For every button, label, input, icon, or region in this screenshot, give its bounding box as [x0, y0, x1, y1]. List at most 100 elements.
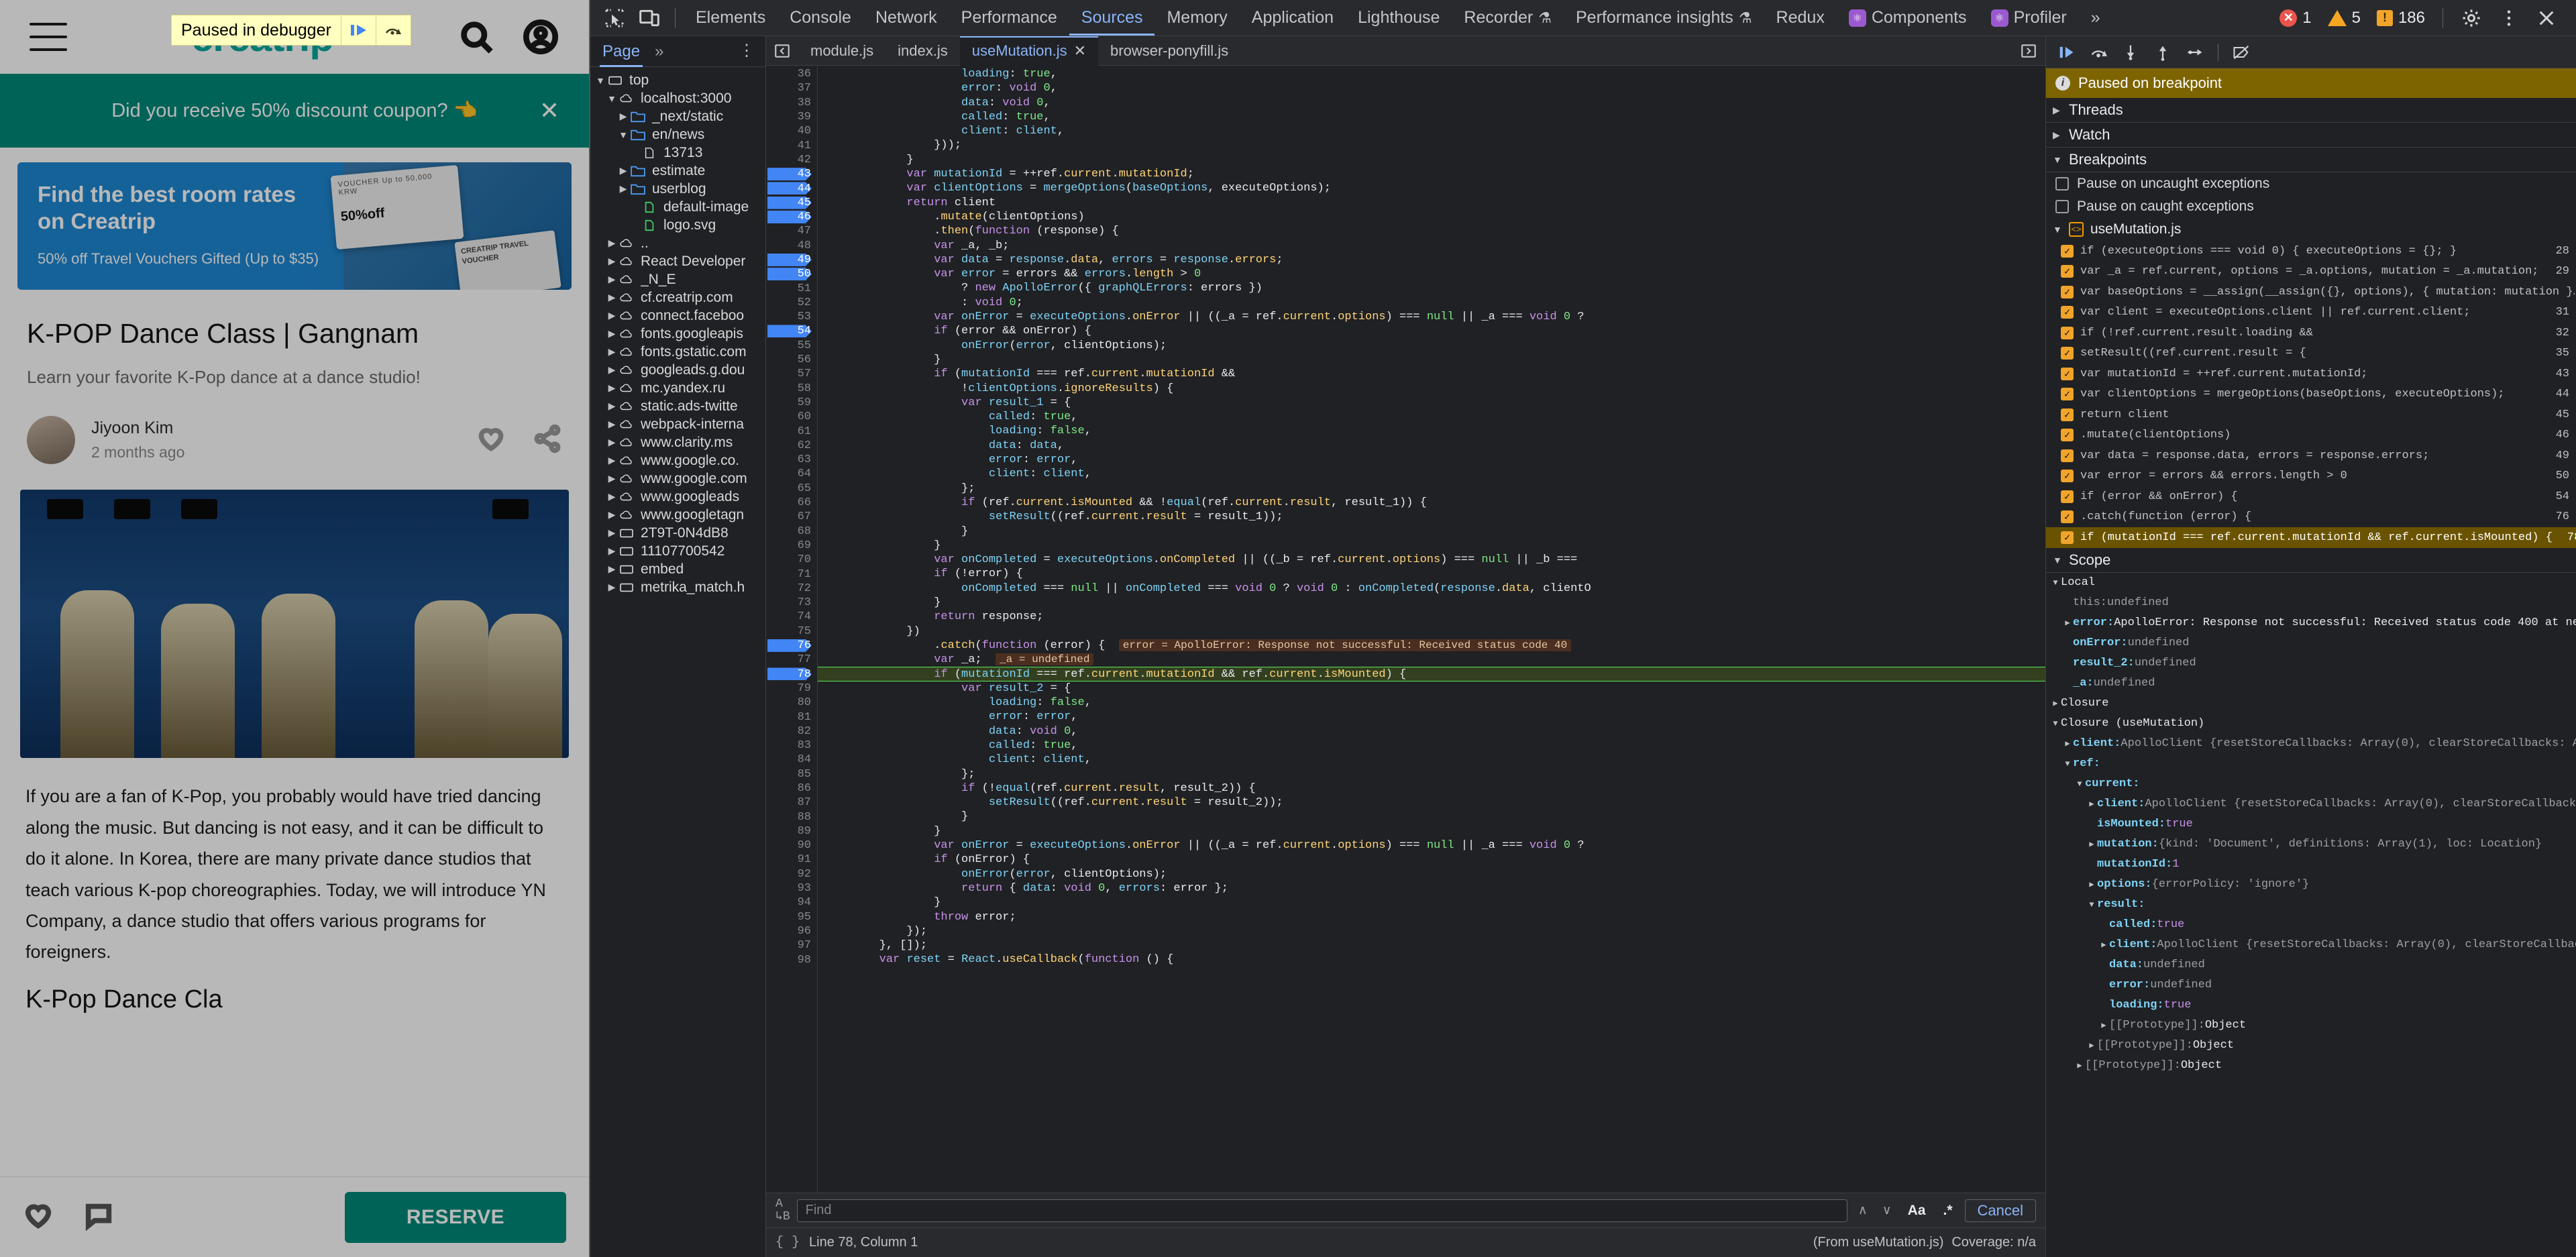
file-tree-item[interactable]: ▶www.google.co. [590, 451, 765, 470]
line-number[interactable]: 36 [766, 67, 817, 81]
code-line[interactable]: } [818, 539, 2045, 553]
file-tree-item[interactable]: ▶userblog [590, 180, 765, 198]
tab-recorder[interactable]: Recorder⚗ [1452, 1, 1564, 36]
tab-console[interactable]: Console [777, 1, 863, 36]
section-scope[interactable]: ▼ Scope [2046, 548, 2576, 572]
tab-page[interactable]: Page [600, 36, 643, 67]
line-number[interactable]: 53 [766, 310, 817, 324]
close-icon[interactable] [2529, 5, 2564, 32]
line-number[interactable]: 86 [766, 781, 817, 796]
line-number[interactable]: 57 [766, 367, 817, 381]
breakpoint-checkbox[interactable]: ✓ [2061, 265, 2074, 278]
editor-tab-useMutation-js[interactable]: useMutation.js✕ [960, 36, 1098, 66]
pause-on-caught-exceptions-row[interactable]: Pause on caught exceptions [2046, 195, 2576, 218]
breakpoint-item[interactable]: ✓if (executeOptions === void 0) { execut… [2046, 241, 2576, 262]
line-number[interactable]: 81 [766, 710, 817, 724]
file-tree-item[interactable]: ▶11107700542 [590, 542, 765, 560]
chevron-down-icon[interactable]: ▼ [606, 93, 618, 104]
file-tree-item[interactable]: ▼top [590, 71, 765, 89]
breakpoint-marker[interactable]: 46 [766, 210, 817, 224]
scope-item[interactable]: isMounted: true [2046, 814, 2576, 834]
chevron-right-icon[interactable]: ▶ [2074, 1060, 2085, 1071]
tab-application[interactable]: Application [1240, 1, 1346, 36]
line-number[interactable]: 88 [766, 810, 817, 824]
line-number[interactable]: 52 [766, 296, 817, 310]
code-line[interactable]: var onCompleted = executeOptions.onCompl… [818, 553, 2045, 567]
code-line[interactable]: called: true, [818, 110, 2045, 124]
chevron-right-icon[interactable]: ▶ [2086, 879, 2097, 889]
code-line[interactable]: }) [818, 624, 2045, 639]
code-line[interactable]: return { data: void 0, errors: error }; [818, 881, 2045, 895]
code-line[interactable]: data: void 0, [818, 724, 2045, 739]
line-number[interactable]: 51 [766, 281, 817, 295]
file-tree-item[interactable]: ▶www.clarity.ms [590, 433, 765, 451]
code-line[interactable]: var onError = executeOptions.onError || … [818, 838, 2045, 853]
line-number[interactable]: 87 [766, 796, 817, 810]
chevron-right-icon[interactable]: ▶ [606, 473, 618, 484]
editor-tab-module-js[interactable]: module.js [798, 36, 885, 66]
code-line[interactable]: }); [818, 924, 2045, 938]
line-number[interactable]: 48 [766, 239, 817, 253]
code-line[interactable]: loading: true, [818, 67, 2045, 81]
breakpoint-checkbox[interactable]: ✓ [2061, 388, 2074, 400]
code-line[interactable]: var data = response.data, errors = respo… [818, 253, 2045, 267]
breakpoint-marker[interactable]: 78 [766, 667, 817, 681]
line-number[interactable]: 59 [766, 396, 817, 410]
file-tree-item[interactable]: ▶cf.creatrip.com [590, 288, 765, 307]
file-tree-item[interactable]: ▶www.googletagn [590, 506, 765, 524]
line-number[interactable]: 56 [766, 353, 817, 367]
editor-tab-browser-ponyfill-js[interactable]: browser-ponyfill.js [1098, 36, 1240, 66]
code-line[interactable]: var clientOptions = mergeOptions(baseOpt… [818, 181, 2045, 195]
file-tree-item[interactable]: ▶fonts.gstatic.com [590, 343, 765, 361]
line-number[interactable]: 83 [766, 739, 817, 753]
code-line[interactable]: called: true, [818, 739, 2045, 753]
chevron-right-icon[interactable]: ▶ [617, 165, 629, 176]
line-number[interactable]: 90 [766, 838, 817, 853]
chevron-right-icon[interactable]: ▶ [2098, 940, 2109, 950]
line-number[interactable]: 96 [766, 924, 817, 938]
code-line[interactable]: .mutate(clientOptions) [818, 210, 2045, 224]
file-tree-item[interactable]: ▶www.google.com [590, 470, 765, 488]
scope-item[interactable]: loading: true [2046, 995, 2576, 1016]
share-icon[interactable] [533, 424, 562, 457]
cancel-button[interactable]: Cancel [1965, 1199, 2036, 1222]
code-line[interactable]: if (!error) { [818, 567, 2045, 581]
breakpoint-item[interactable]: ✓return client45 [2046, 404, 2576, 425]
source-origin[interactable]: (From useMutation.js) [1813, 1235, 1944, 1250]
chevron-right-icon[interactable]: ▶ [606, 328, 618, 339]
breakpoint-item[interactable]: ✓if (error && onError) {54 [2046, 486, 2576, 507]
find-prev-button[interactable]: ∧ [1854, 1203, 1872, 1218]
breakpoint-checkbox[interactable]: ✓ [2061, 306, 2074, 319]
chevron-right-icon[interactable]: ▶ [2086, 839, 2097, 849]
breakpoint-marker[interactable]: 43 [766, 167, 817, 181]
chevron-right-icon[interactable]: ▶ [606, 419, 618, 430]
error-counter[interactable]: ✕ 1 [2273, 9, 2318, 28]
file-tree-item[interactable]: ▶connect.faceboo [590, 307, 765, 325]
code-line[interactable]: onError(error, clientOptions); [818, 867, 2045, 881]
scope-item[interactable]: this: undefined [2046, 593, 2576, 613]
scope-item[interactable]: ▶client: ApolloClient {resetStoreCallbac… [2046, 935, 2576, 955]
tab-performance[interactable]: Performance [949, 1, 1069, 36]
code-line[interactable]: }; [818, 482, 2045, 496]
breakpoint-item[interactable]: ✓var mutationId = ++ref.current.mutation… [2046, 364, 2576, 384]
line-number[interactable]: 94 [766, 895, 817, 910]
code-line[interactable]: client: client, [818, 467, 2045, 481]
menu-icon[interactable] [30, 23, 67, 51]
line-number[interactable]: 80 [766, 696, 817, 710]
chevron-right-icon[interactable]: ▶ [606, 491, 618, 502]
scope-item[interactable]: ▶error: ApolloError: Response not succes… [2046, 613, 2576, 633]
breakpoint-item[interactable]: ✓var client = executeOptions.client || r… [2046, 303, 2576, 323]
breakpoint-marker[interactable]: 49 [766, 253, 817, 267]
breakpoint-checkbox[interactable]: ✓ [2061, 245, 2074, 258]
breakpoint-item[interactable]: ✓var clientOptions = mergeOptions(baseOp… [2046, 384, 2576, 405]
reserve-button[interactable]: RESERVE [345, 1192, 566, 1243]
info-counter[interactable]: ! 186 [2370, 9, 2432, 28]
promo-banner[interactable]: Did you receive 50% discount coupon? 👈 ✕ [0, 74, 589, 148]
chevron-right-icon[interactable]: ▶ [617, 111, 629, 122]
code-line[interactable]: var result_2 = { [818, 681, 2045, 696]
code-line[interactable]: error: void 0, [818, 81, 2045, 95]
code-line[interactable]: var onError = executeOptions.onError || … [818, 310, 2045, 324]
scope-item[interactable]: ▶[[Prototype]]: Object [2046, 1016, 2576, 1036]
chevron-down-icon[interactable]: ▼ [617, 129, 629, 140]
line-number[interactable]: 70 [766, 553, 817, 567]
